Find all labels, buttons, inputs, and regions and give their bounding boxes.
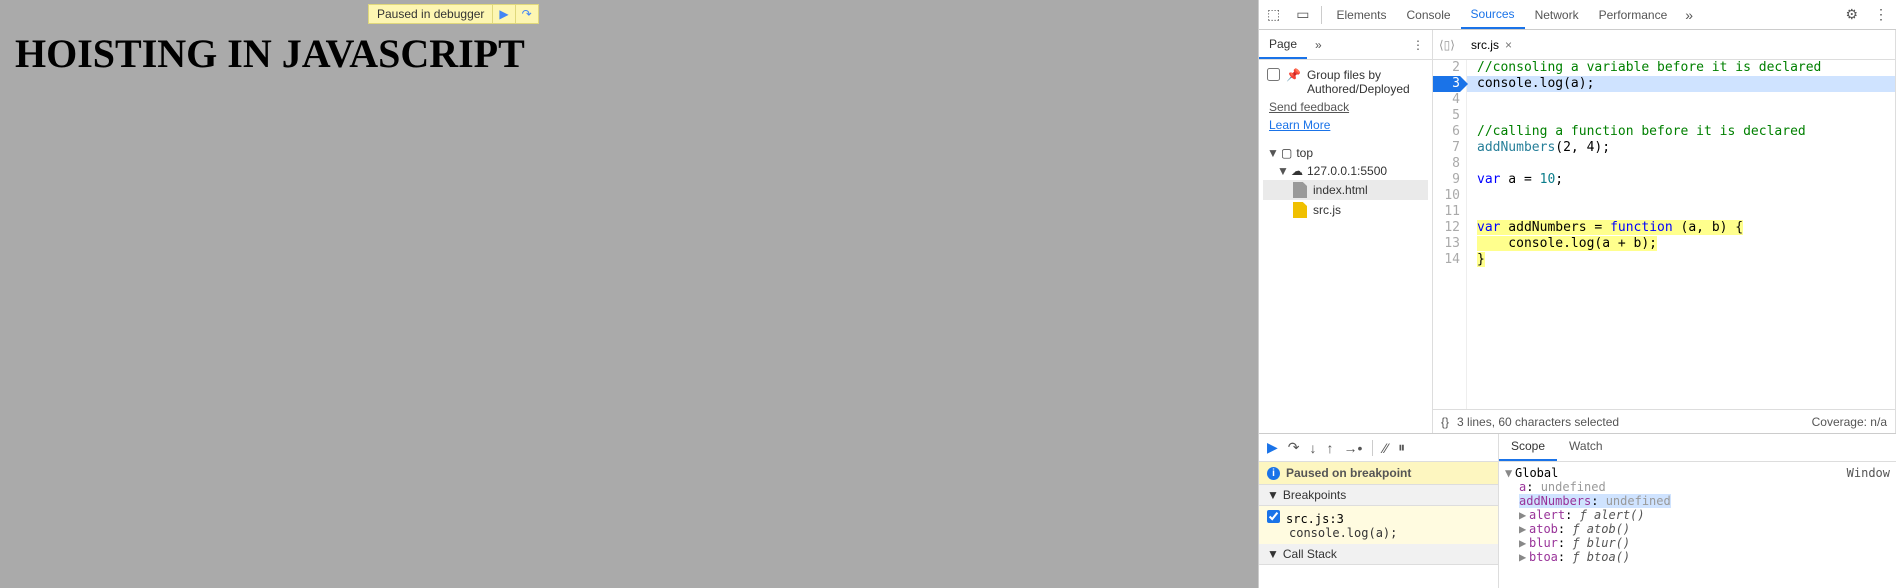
- file-icon: [1293, 202, 1307, 218]
- devtools-toolbar: ⬚ ▭ Elements Console Sources Network Per…: [1259, 0, 1896, 30]
- navigator-tabs: Page » ⋮: [1259, 30, 1432, 60]
- debugger-left: ▶ ↷ ↓ ↑ →• ⁄⁄ ⏸ i Paused on breakpoint ▼…: [1259, 434, 1499, 588]
- callstack-header[interactable]: ▼Call Stack: [1259, 544, 1498, 565]
- close-icon[interactable]: ×: [1505, 38, 1512, 52]
- code-area[interactable]: 234567891011121314 //consoling a variabl…: [1433, 60, 1895, 409]
- kebab-icon[interactable]: ⋮: [1866, 6, 1896, 23]
- file-icon: [1293, 182, 1307, 198]
- tree-file-index[interactable]: index.html: [1263, 180, 1428, 200]
- pause-exceptions-button[interactable]: ⏸: [1398, 439, 1405, 456]
- group-files-row: 📌 Group files by Authored/Deployed: [1263, 66, 1428, 98]
- more-tabs-icon[interactable]: »: [1677, 7, 1701, 23]
- breakpoints-header[interactable]: ▼Breakpoints: [1259, 485, 1498, 506]
- gutter[interactable]: 234567891011121314: [1433, 60, 1467, 409]
- settings-icon[interactable]: ⚙: [1837, 6, 1866, 23]
- rendered-page: Paused in debugger ▶ ↷ HOISTING IN JAVAS…: [0, 0, 1258, 588]
- debug-overlay-badge: Paused in debugger ▶ ↷: [368, 4, 539, 24]
- separator: [1321, 6, 1322, 24]
- file-tree: ▼▢top ▼☁127.0.0.1:5500 index.html src.js: [1263, 144, 1428, 220]
- tab-console[interactable]: Console: [1397, 2, 1461, 28]
- debugger-area: ▶ ↷ ↓ ↑ →• ⁄⁄ ⏸ i Paused on breakpoint ▼…: [1259, 433, 1896, 588]
- resume-button[interactable]: ▶: [1267, 439, 1278, 456]
- file-tabs: ⟨▯⟩ src.js ×: [1433, 30, 1895, 60]
- device-icon[interactable]: ▭: [1288, 6, 1317, 23]
- tab-watch[interactable]: Watch: [1557, 434, 1615, 461]
- info-icon: i: [1267, 467, 1280, 480]
- file-tab-src[interactable]: src.js ×: [1461, 34, 1522, 56]
- step-into-button[interactable]: ↓: [1310, 440, 1317, 456]
- editor-panel: ⟨▯⟩ src.js × 234567891011121314 //consol…: [1433, 30, 1896, 433]
- inspect-icon[interactable]: ⬚: [1259, 6, 1288, 23]
- status-selection: 3 lines, 60 characters selected: [1457, 415, 1619, 429]
- tree-top[interactable]: ▼▢top: [1263, 144, 1428, 162]
- page-heading: HOISTING IN JAVASCRIPT: [15, 30, 1243, 77]
- navigator-body: 📌 Group files by Authored/Deployed Send …: [1259, 60, 1432, 433]
- resume-icon[interactable]: ▶: [492, 5, 514, 23]
- learn-more-link[interactable]: Learn More: [1263, 116, 1336, 134]
- tree-host[interactable]: ▼☁127.0.0.1:5500: [1263, 162, 1428, 180]
- window-label: Window: [1847, 466, 1890, 480]
- breakpoint-item[interactable]: src.js:3 console.log(a);: [1259, 506, 1498, 544]
- debug-badge-text: Paused in debugger: [369, 5, 492, 23]
- pin-icon: 📌: [1286, 68, 1301, 82]
- status-coverage: Coverage: n/a: [1812, 415, 1887, 429]
- step-over-icon[interactable]: ↷: [515, 5, 538, 23]
- step-button[interactable]: →•: [1344, 440, 1363, 456]
- deactivate-bp-button[interactable]: ⁄⁄: [1383, 440, 1388, 456]
- nav-more-icon[interactable]: »: [1307, 38, 1330, 52]
- group-files-checkbox[interactable]: [1267, 68, 1280, 81]
- scope-panel: Scope Watch Window ▼Global a: undefined …: [1499, 434, 1896, 588]
- step-out-button[interactable]: ↑: [1327, 440, 1334, 456]
- tab-network[interactable]: Network: [1525, 2, 1589, 28]
- tab-scope[interactable]: Scope: [1499, 434, 1557, 461]
- debug-controls: ▶ ↷ ↓ ↑ →• ⁄⁄ ⏸: [1259, 434, 1498, 462]
- nav-kebab-icon[interactable]: ⋮: [1404, 38, 1432, 52]
- nav-tab-page[interactable]: Page: [1259, 31, 1307, 59]
- editor-status-bar: {} 3 lines, 60 characters selected Cover…: [1433, 409, 1895, 433]
- navigator-panel: Page » ⋮ 📌 Group files by Authored/Deplo…: [1259, 30, 1433, 433]
- file-tab-label: src.js: [1471, 38, 1499, 52]
- breakpoint-checkbox[interactable]: [1267, 510, 1280, 523]
- tree-file-src[interactable]: src.js: [1263, 200, 1428, 220]
- tab-sources[interactable]: Sources: [1461, 1, 1525, 29]
- scope-body[interactable]: Window ▼Global a: undefined addNumbers: …: [1499, 462, 1896, 588]
- paused-message: i Paused on breakpoint: [1259, 462, 1498, 485]
- step-over-button[interactable]: ↷: [1288, 439, 1300, 456]
- tab-elements[interactable]: Elements: [1326, 2, 1396, 28]
- nav-back-icon[interactable]: ⟨▯⟩: [1433, 38, 1461, 52]
- tab-performance[interactable]: Performance: [1589, 2, 1678, 28]
- send-feedback-link[interactable]: Send feedback: [1263, 98, 1355, 116]
- code-lines[interactable]: //consoling a variable before it is decl…: [1467, 60, 1895, 409]
- braces-icon[interactable]: {}: [1441, 415, 1449, 429]
- scope-tabs: Scope Watch: [1499, 434, 1896, 462]
- devtools-panel: ⬚ ▭ Elements Console Sources Network Per…: [1258, 0, 1896, 588]
- group-files-label: Group files by Authored/Deployed: [1307, 68, 1424, 96]
- devtools-body: Page » ⋮ 📌 Group files by Authored/Deplo…: [1259, 30, 1896, 433]
